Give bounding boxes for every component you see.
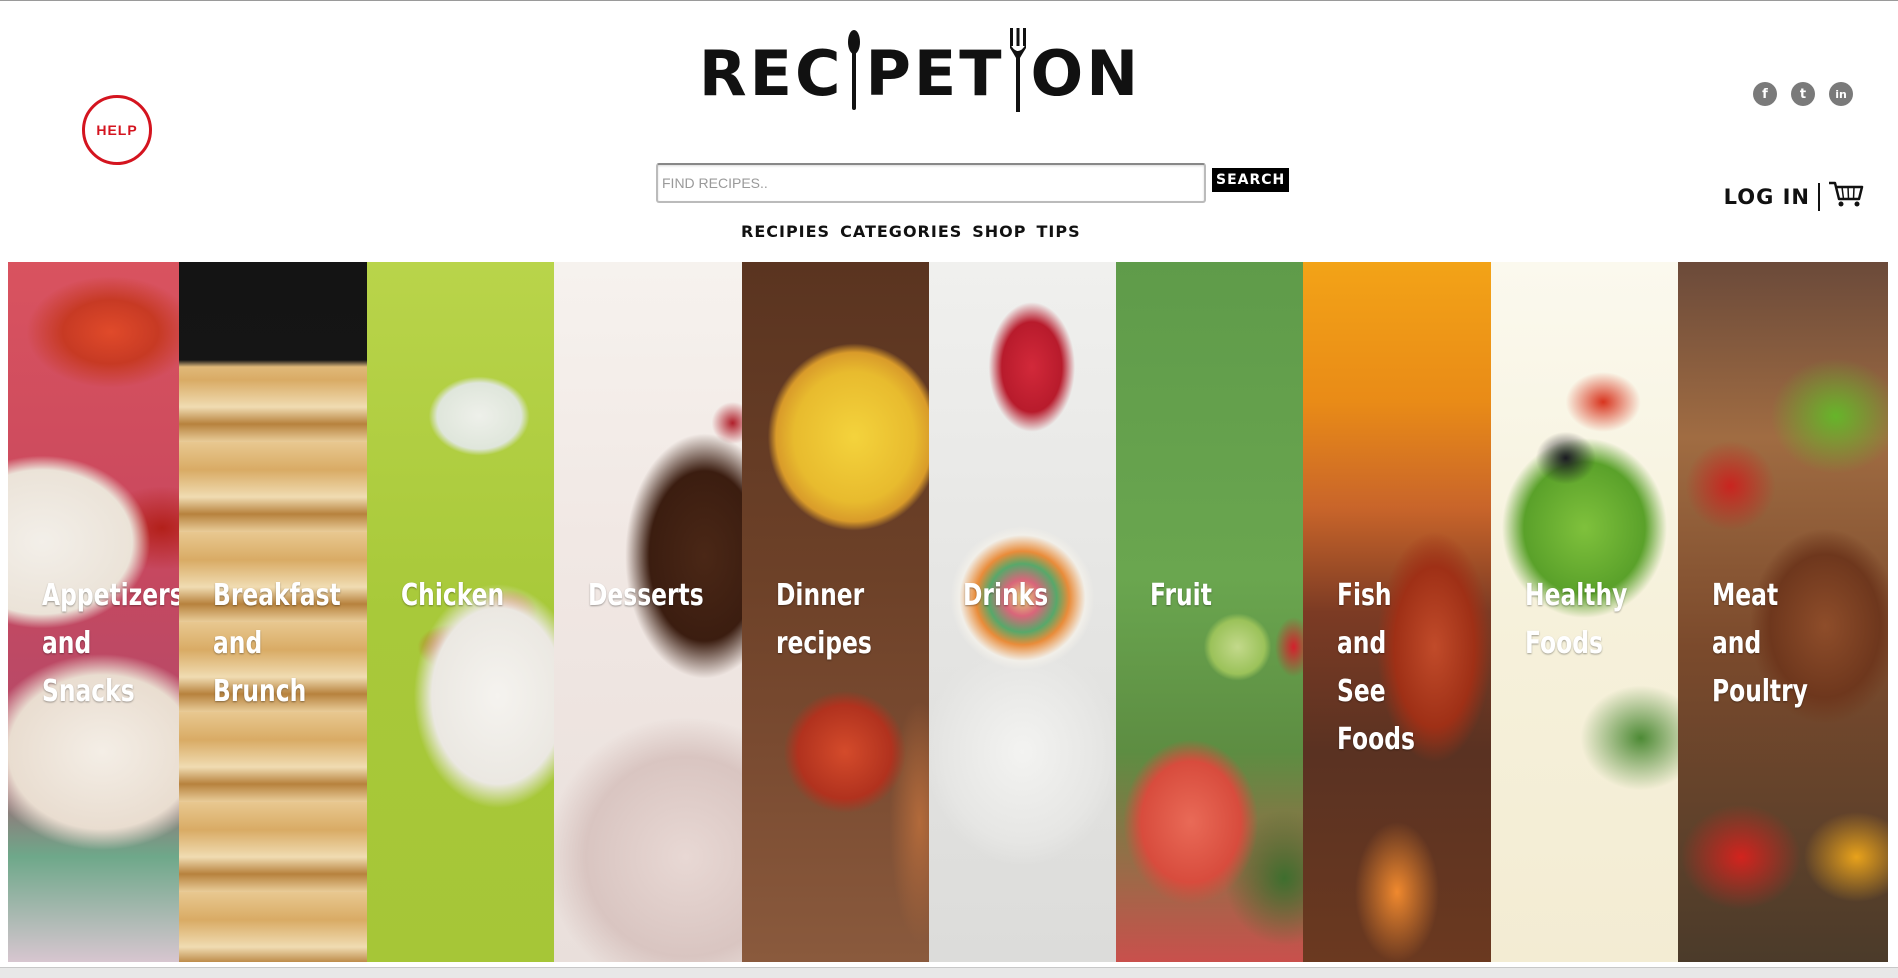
category-label: Fish and See Foods	[1337, 578, 1415, 757]
spoon-icon	[847, 30, 861, 125]
nav-shop[interactable]: SHOP	[972, 222, 1026, 241]
nav-tips[interactable]: TIPS	[1037, 222, 1081, 241]
category-label: Meat and Poultry	[1712, 578, 1808, 709]
logo-part-3: ON	[1030, 36, 1142, 110]
twitter-icon[interactable]: t	[1791, 82, 1815, 106]
category-meat-and-poultry[interactable]: Meat and Poultry	[1678, 262, 1888, 962]
search-button[interactable]: SEARCH	[1212, 168, 1290, 192]
nav-categories[interactable]: CATEGORIES	[840, 222, 962, 241]
category-strip: Appetizers and Snacks Breakfast and Brun…	[8, 262, 1894, 962]
social-links: f t in	[1753, 82, 1853, 106]
site-logo[interactable]: REC PET ON	[695, 28, 1145, 127]
category-label: Fruit	[1150, 578, 1212, 613]
main-nav: RECIPIES CATEGORIES SHOP TIPS	[741, 222, 1081, 241]
category-breakfast-and-brunch[interactable]: Breakfast and Brunch	[179, 262, 367, 962]
category-desserts[interactable]: Desserts	[554, 262, 742, 962]
category-label: Breakfast and Brunch	[213, 578, 341, 709]
help-button[interactable]: HELP	[82, 95, 152, 165]
account-area: LOG IN	[1724, 180, 1864, 213]
category-healthy-foods[interactable]: Healthy Foods	[1491, 262, 1678, 962]
category-label: Drinks	[963, 578, 1049, 613]
category-label: Appetizers and Snacks	[42, 578, 179, 709]
window-bottom-bar	[0, 967, 1898, 978]
category-fish-and-see-foods[interactable]: Fish and See Foods	[1303, 262, 1491, 962]
category-drinks[interactable]: Drinks	[929, 262, 1116, 962]
divider	[1818, 182, 1820, 211]
category-chicken[interactable]: Chicken	[367, 262, 554, 962]
login-link[interactable]: LOG IN	[1724, 185, 1810, 209]
cart-icon[interactable]	[1828, 180, 1864, 213]
category-label: Chicken	[401, 578, 505, 613]
help-label: HELP	[96, 122, 138, 138]
linkedin-icon[interactable]: in	[1829, 82, 1853, 106]
search-bar: SEARCH	[656, 163, 1290, 203]
category-fruit[interactable]: Fruit	[1116, 262, 1303, 962]
category-appetizers-and-snacks[interactable]: Appetizers and Snacks	[8, 262, 179, 962]
top-border	[0, 0, 1898, 1]
logo-wordmark: REC PET ON	[699, 28, 1141, 127]
nav-recipies[interactable]: RECIPIES	[741, 222, 830, 241]
category-label: Dinner recipes	[776, 578, 872, 661]
category-label: Healthy Foods	[1525, 578, 1628, 661]
category-dinner-recipes[interactable]: Dinner recipes	[742, 262, 929, 962]
facebook-icon[interactable]: f	[1753, 82, 1777, 106]
search-input[interactable]	[656, 163, 1206, 203]
logo-part-1: REC	[698, 36, 844, 110]
category-label: Desserts	[588, 578, 704, 613]
logo-part-2: PET	[865, 36, 1005, 110]
fork-icon	[1009, 28, 1027, 127]
